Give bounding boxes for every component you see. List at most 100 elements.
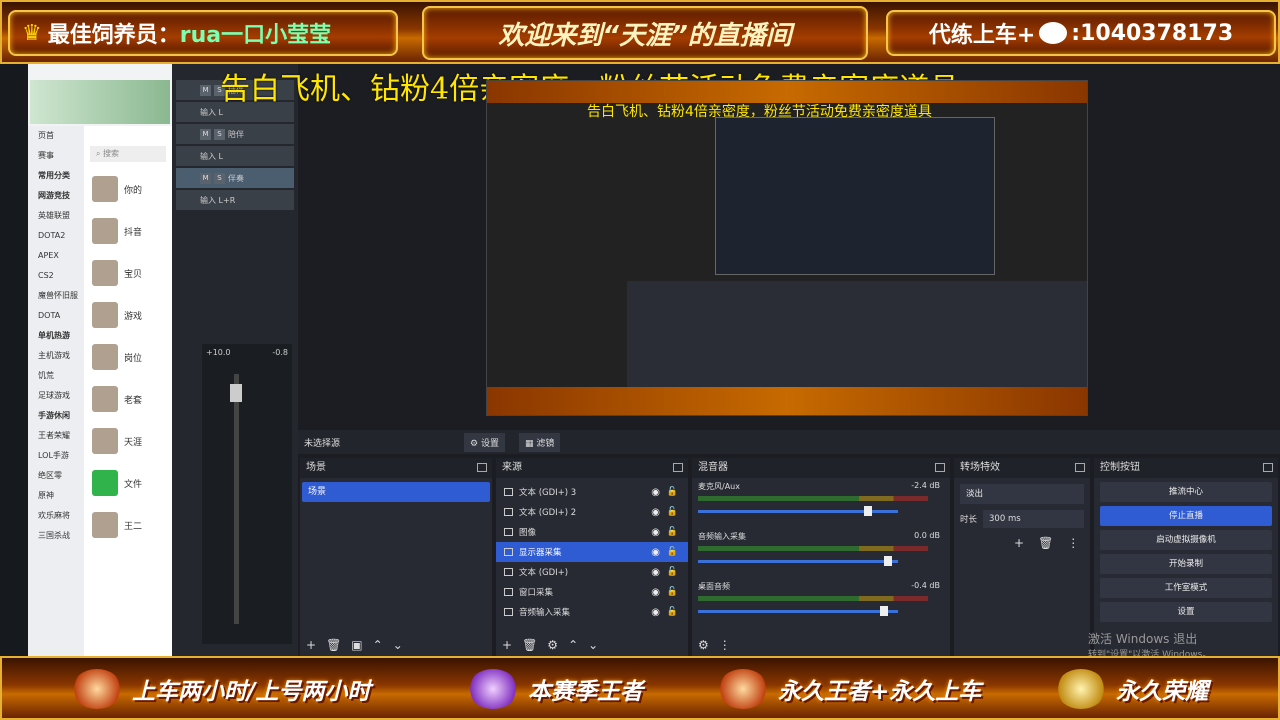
- stream-center-button[interactable]: 推流中心: [1100, 482, 1272, 502]
- chevron-up-icon[interactable]: ⌃: [568, 638, 578, 652]
- daw-track-input[interactable]: 输入 L: [176, 146, 294, 166]
- undock-icon[interactable]: [1075, 463, 1085, 472]
- sidebar-item[interactable]: 魔兽怀旧服: [28, 286, 84, 306]
- source-item[interactable]: 音频输入采集 ◉ 🔓: [496, 602, 688, 622]
- studio-mode-button[interactable]: 工作室模式: [1100, 578, 1272, 598]
- lock-icon[interactable]: 🔓: [667, 587, 678, 597]
- duration-input[interactable]: 300 ms: [983, 510, 1084, 528]
- lock-icon[interactable]: 🔓: [667, 607, 678, 617]
- undock-icon[interactable]: [673, 463, 683, 472]
- trash-icon[interactable]: 🗑: [522, 638, 537, 652]
- lock-icon[interactable]: 🔓: [667, 567, 678, 577]
- chevron-up-icon[interactable]: ⌃: [373, 638, 383, 652]
- chat-item[interactable]: 岗位: [84, 336, 172, 378]
- settings-button[interactable]: 设置: [1100, 602, 1272, 622]
- solo-button[interactable]: S: [214, 128, 225, 140]
- chat-item[interactable]: 抖音: [84, 210, 172, 252]
- sidebar-item[interactable]: 绝区零: [28, 466, 84, 486]
- source-item[interactable]: 文本 (GDI+) 3 ◉ 🔓: [496, 482, 688, 502]
- daw-track[interactable]: M S 伴奏: [176, 168, 294, 188]
- sidebar-item[interactable]: 常用分类: [28, 166, 84, 186]
- undock-icon[interactable]: [477, 463, 487, 472]
- source-item[interactable]: 显示器采集 ◉ 🔓: [496, 542, 688, 562]
- lock-icon[interactable]: 🔓: [667, 487, 678, 497]
- more-icon[interactable]: ⋮: [1067, 536, 1079, 550]
- search-box[interactable]: ⌕ 搜索: [90, 146, 166, 162]
- gear-icon[interactable]: ⚙: [698, 638, 709, 652]
- sidebar-item[interactable]: DOTA2: [28, 226, 84, 246]
- trash-icon[interactable]: 🗑: [1038, 536, 1053, 550]
- mute-button[interactable]: M: [200, 84, 211, 96]
- obs-preview[interactable]: 告白飞机、钻粉4倍亲密度，粉丝节活动免费亲密度道具: [486, 80, 1088, 416]
- eye-icon[interactable]: ◉: [651, 567, 660, 578]
- more-icon[interactable]: ⋮: [719, 638, 731, 652]
- settings-button[interactable]: ⚙ 设置: [464, 432, 505, 452]
- sidebar-item[interactable]: 英雄联盟: [28, 206, 84, 226]
- slider-knob[interactable]: [880, 606, 888, 616]
- scene-item[interactable]: 场景: [302, 482, 490, 502]
- filter-icon[interactable]: ▣: [351, 638, 362, 652]
- source-item[interactable]: 文本 (GDI+) 2 ◉ 🔓: [496, 502, 688, 522]
- sidebar-item[interactable]: 王者荣耀: [28, 426, 84, 446]
- undock-icon[interactable]: [935, 463, 945, 472]
- eye-icon[interactable]: ◉: [651, 607, 660, 618]
- undock-icon[interactable]: [1263, 463, 1273, 472]
- source-item[interactable]: 文本 (GDI+) ◉ 🔓: [496, 562, 688, 582]
- lock-icon[interactable]: 🔓: [667, 507, 678, 517]
- chevron-down-icon[interactable]: ⌄: [588, 638, 598, 652]
- sidebar-item[interactable]: 三国杀战: [28, 526, 84, 546]
- lock-icon[interactable]: 🔓: [667, 547, 678, 557]
- transition-select[interactable]: 淡出: [960, 484, 1084, 504]
- volume-slider[interactable]: [698, 506, 898, 516]
- chat-item[interactable]: 王二: [84, 504, 172, 546]
- eye-icon[interactable]: ◉: [651, 547, 660, 558]
- chat-item[interactable]: 游戏: [84, 294, 172, 336]
- chat-item[interactable]: 老套: [84, 378, 172, 420]
- add-icon[interactable]: +: [306, 638, 316, 652]
- sidebar-item[interactable]: CS2: [28, 266, 84, 286]
- sidebar-item[interactable]: 页首: [28, 126, 84, 146]
- volume-slider[interactable]: [698, 606, 898, 616]
- chat-item[interactable]: 你的: [84, 168, 172, 210]
- slider-knob[interactable]: [884, 556, 892, 566]
- sidebar-item[interactable]: APEX: [28, 246, 84, 266]
- source-item[interactable]: 图像 ◉ 🔓: [496, 522, 688, 542]
- gear-icon[interactable]: ⚙: [547, 638, 558, 652]
- add-icon[interactable]: +: [502, 638, 512, 652]
- stop-streaming-button[interactable]: 停止直播: [1100, 506, 1272, 526]
- add-icon[interactable]: +: [1014, 536, 1024, 550]
- mute-button[interactable]: M: [200, 128, 211, 140]
- daw-track-input[interactable]: 输入 L+R: [176, 190, 294, 210]
- sidebar-item[interactable]: 网游竞技: [28, 186, 84, 206]
- fader-knob[interactable]: [230, 384, 242, 402]
- sidebar-item[interactable]: 单机热游: [28, 326, 84, 346]
- chat-item[interactable]: 宝贝: [84, 252, 172, 294]
- chevron-down-icon[interactable]: ⌄: [393, 638, 403, 652]
- eye-icon[interactable]: ◉: [651, 507, 660, 518]
- slider-knob[interactable]: [864, 506, 872, 516]
- filters-button[interactable]: ▦ 滤镜: [518, 432, 561, 452]
- sidebar-item[interactable]: 原神: [28, 486, 84, 506]
- sidebar-item[interactable]: 饥荒: [28, 366, 84, 386]
- sidebar-item[interactable]: 足球游戏: [28, 386, 84, 406]
- sidebar-item[interactable]: 欢乐麻将: [28, 506, 84, 526]
- fader-track[interactable]: [234, 374, 239, 624]
- chat-item[interactable]: 文件: [84, 462, 172, 504]
- virtual-camera-button[interactable]: 启动虚拟摄像机: [1100, 530, 1272, 550]
- mute-button[interactable]: M: [200, 172, 211, 184]
- start-recording-button[interactable]: 开始录制: [1100, 554, 1272, 574]
- chat-item[interactable]: 天涯: [84, 420, 172, 462]
- eye-icon[interactable]: ◉: [651, 587, 660, 598]
- daw-track[interactable]: M S 陪伴: [176, 124, 294, 144]
- sidebar-item[interactable]: 主机游戏: [28, 346, 84, 366]
- volume-slider[interactable]: [698, 556, 898, 566]
- sidebar-item[interactable]: DOTA: [28, 306, 84, 326]
- trash-icon[interactable]: 🗑: [326, 638, 341, 652]
- sidebar-item[interactable]: 手游休闲: [28, 406, 84, 426]
- sidebar-item[interactable]: 赛事: [28, 146, 84, 166]
- lock-icon[interactable]: 🔓: [667, 527, 678, 537]
- sidebar-item[interactable]: LOL手游: [28, 446, 84, 466]
- eye-icon[interactable]: ◉: [651, 527, 660, 538]
- eye-icon[interactable]: ◉: [651, 487, 660, 498]
- solo-button[interactable]: S: [214, 172, 225, 184]
